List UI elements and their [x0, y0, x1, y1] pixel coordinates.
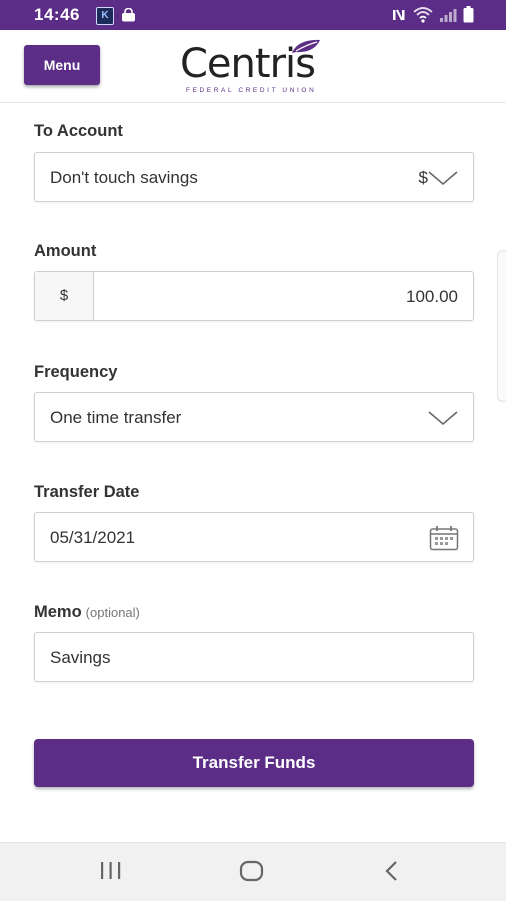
memo-label: Memo (optional)	[34, 603, 140, 622]
frequency-label: Frequency	[34, 363, 118, 381]
memo-optional-hint: (optional)	[85, 605, 140, 620]
memo-label-text: Memo	[34, 603, 82, 621]
calendar-icon[interactable]	[429, 525, 459, 551]
to-account-select[interactable]: Don't touch savings $	[34, 152, 474, 202]
amount-label: Amount	[34, 242, 97, 260]
logo-subtitle: FEDERAL CREDIT UNION	[186, 87, 317, 94]
recent-apps-icon[interactable]	[98, 859, 124, 883]
scroll-indicator[interactable]	[497, 250, 506, 402]
amount-value: 100.00	[406, 287, 458, 306]
frequency-value: One time transfer	[50, 408, 182, 427]
transfer-date-input[interactable]: 05/31/2021	[34, 512, 474, 562]
wifi-icon	[413, 6, 433, 23]
chevron-down-icon	[428, 171, 458, 186]
status-time: 14:46	[34, 5, 80, 24]
menu-button[interactable]: Menu	[24, 45, 100, 85]
app-header: Menu Centris FEDERAL CREDIT UNION	[0, 30, 506, 103]
signal-icon	[440, 8, 457, 22]
chevron-down-icon	[428, 411, 458, 426]
battery-icon	[463, 6, 474, 23]
k-app-icon: K	[96, 7, 114, 25]
home-icon[interactable]	[238, 859, 266, 883]
centris-logo[interactable]: Centris FEDERAL CREDIT UNION	[180, 39, 330, 98]
back-icon[interactable]	[380, 859, 404, 883]
memo-input[interactable]: Savings	[34, 632, 474, 682]
currency-addon: $	[35, 272, 94, 320]
transfer-date-label: Transfer Date	[34, 483, 140, 501]
mute-icon	[393, 9, 405, 20]
to-account-label: To Account	[34, 122, 123, 140]
transfer-funds-button[interactable]: Transfer Funds	[34, 739, 474, 787]
status-bar: 14:46 K	[0, 0, 506, 30]
transfer-date-value: 05/31/2021	[50, 528, 136, 547]
to-account-value: Don't touch savings	[50, 168, 198, 187]
status-icons	[391, 6, 474, 23]
leaf-icon	[292, 39, 320, 53]
amount-input[interactable]: $ 100.00	[34, 271, 474, 321]
bag-icon	[122, 8, 135, 22]
memo-value: Savings	[50, 648, 111, 667]
android-nav-bar	[0, 842, 506, 901]
frequency-select[interactable]: One time transfer	[34, 392, 474, 442]
